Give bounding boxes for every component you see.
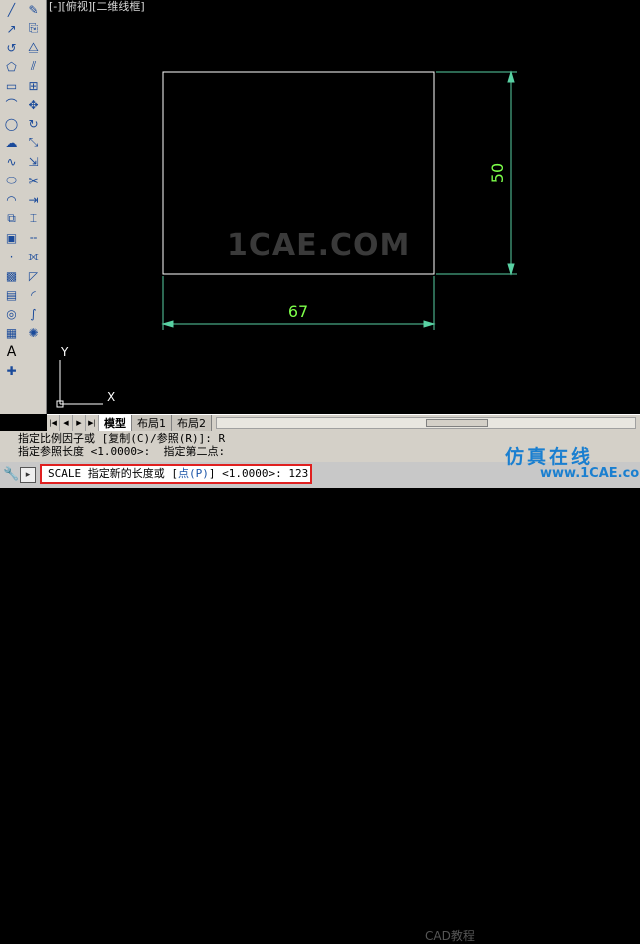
tab-layout2[interactable]: 布局2: [172, 415, 212, 431]
ellipse-arc-icon[interactable]: ◠: [1, 190, 22, 209]
brand-logo-text: 仿真在线: [505, 446, 594, 468]
copy-icon[interactable]: ⎘: [23, 19, 44, 38]
trim-icon[interactable]: ✂: [23, 171, 44, 190]
insert-block-icon[interactable]: ⧉: [1, 209, 22, 228]
watermark: 1CAE.COM: [227, 228, 411, 263]
command-option-point[interactable]: 点(P): [178, 467, 209, 480]
scale-icon[interactable]: ⤡: [23, 133, 44, 152]
explode-icon[interactable]: ✺: [23, 323, 44, 342]
layout-tabs-bar: |◀ ◀ ▶ ▶| 模型 布局1 布局2: [47, 414, 640, 431]
command-suffix: ] <1.0000>: 123: [208, 467, 309, 480]
draw-modify-toolbar: ╱ ↗ ↺ ⬠ ▭ ⌒ ◯ ☁ ∿ ⬭ ◠ ⧉ ▣ · ▩ ▤ ◎ ▦ A ✚ …: [0, 0, 47, 414]
dim-text-horizontal: 67: [288, 302, 308, 321]
wechat-label: CAD教程: [425, 929, 475, 943]
draw-toolbar: ╱ ↗ ↺ ⬠ ▭ ⌒ ◯ ☁ ∿ ⬭ ◠ ⧉ ▣ · ▩ ▤ ◎ ▦ A ✚: [1, 0, 22, 380]
brand-site-text: www.1CAE.com: [540, 466, 640, 481]
history-line-2: 指定参照长度 <1.0000>: 指定第二点:: [18, 445, 226, 458]
extend-icon[interactable]: ⇥: [23, 190, 44, 209]
ucs-x-label: X: [107, 390, 115, 404]
history-text: 指定比例因子或 [复制(C)/参照(R)]: R 指定参照长度 <1.0000>…: [18, 432, 225, 458]
gradient-icon[interactable]: ▤: [1, 285, 22, 304]
command-menu-icon[interactable]: ▸: [20, 467, 36, 483]
command-prefix: SCALE 指定新的长度或 [: [48, 467, 178, 480]
chamfer-icon[interactable]: ◸: [23, 266, 44, 285]
fillet-icon[interactable]: ◜: [23, 285, 44, 304]
arc-icon[interactable]: ↺: [1, 38, 22, 57]
drawing-canvas[interactable]: 67 50 Y X: [47, 0, 640, 414]
break-icon[interactable]: ╌: [23, 228, 44, 247]
tab-model[interactable]: 模型: [99, 415, 132, 431]
circle-icon[interactable]: ◯: [1, 114, 22, 133]
history-line-1: 指定比例因子或 [复制(C)/参照(R)]: R: [18, 432, 226, 445]
tab-next-icon[interactable]: ▶: [73, 415, 86, 431]
modify-toolbar: ✎ ⎘ ⧋ ⫽ ⊞ ✥ ↻ ⤡ ⇲ ✂ ⇥ ⌶ ╌ ⟗ ◸ ◜ ∫ ✺: [23, 0, 44, 342]
make-block-icon[interactable]: ▣: [1, 228, 22, 247]
drawing-viewport[interactable]: [-][俯视][二维线框] 67 50 Y X 1CAE.COM: [47, 0, 640, 414]
mtext-icon[interactable]: A: [1, 342, 22, 361]
table-icon[interactable]: ▦: [1, 323, 22, 342]
join-icon[interactable]: ⟗: [23, 247, 44, 266]
break-point-icon[interactable]: ⌶: [23, 209, 44, 228]
array-icon[interactable]: ⊞: [23, 76, 44, 95]
add-selected-icon[interactable]: ✚: [1, 361, 22, 380]
hatch-icon[interactable]: ▩: [1, 266, 22, 285]
dim-text-vertical: 50: [488, 163, 507, 183]
mirror-icon[interactable]: ⧋: [23, 38, 44, 57]
line-icon[interactable]: ╱: [1, 0, 22, 19]
polyline-icon[interactable]: ↗: [1, 19, 22, 38]
ucs-icon: [56, 360, 103, 408]
spline-icon[interactable]: ∿: [1, 152, 22, 171]
ellipse-icon[interactable]: ⬭: [1, 171, 22, 190]
ucs-y-label: Y: [60, 345, 69, 359]
blend-icon[interactable]: ∫: [23, 304, 44, 323]
move-icon[interactable]: ✥: [23, 95, 44, 114]
rectangle-icon[interactable]: ▭: [1, 76, 22, 95]
tab-first-icon[interactable]: |◀: [47, 415, 60, 431]
erase-icon[interactable]: ✎: [23, 0, 44, 19]
tab-layout1[interactable]: 布局1: [132, 415, 172, 431]
scroll-thumb[interactable]: [426, 419, 488, 427]
arc2-icon[interactable]: ⌒: [1, 95, 22, 114]
revcloud-icon[interactable]: ☁: [1, 133, 22, 152]
offset-icon[interactable]: ⫽: [23, 57, 44, 76]
stretch-icon[interactable]: ⇲: [23, 152, 44, 171]
polygon-icon[interactable]: ⬠: [1, 57, 22, 76]
tab-last-icon[interactable]: ▶|: [86, 415, 99, 431]
point-icon[interactable]: ·: [1, 247, 22, 266]
region-icon[interactable]: ◎: [1, 304, 22, 323]
wrench-icon[interactable]: 🔧: [3, 467, 19, 482]
command-input[interactable]: SCALE 指定新的长度或 [点(P)] <1.0000>: 123: [40, 464, 312, 484]
horizontal-scrollbar[interactable]: [216, 417, 636, 429]
rotate-icon[interactable]: ↻: [23, 114, 44, 133]
tab-prev-icon[interactable]: ◀: [60, 415, 73, 431]
